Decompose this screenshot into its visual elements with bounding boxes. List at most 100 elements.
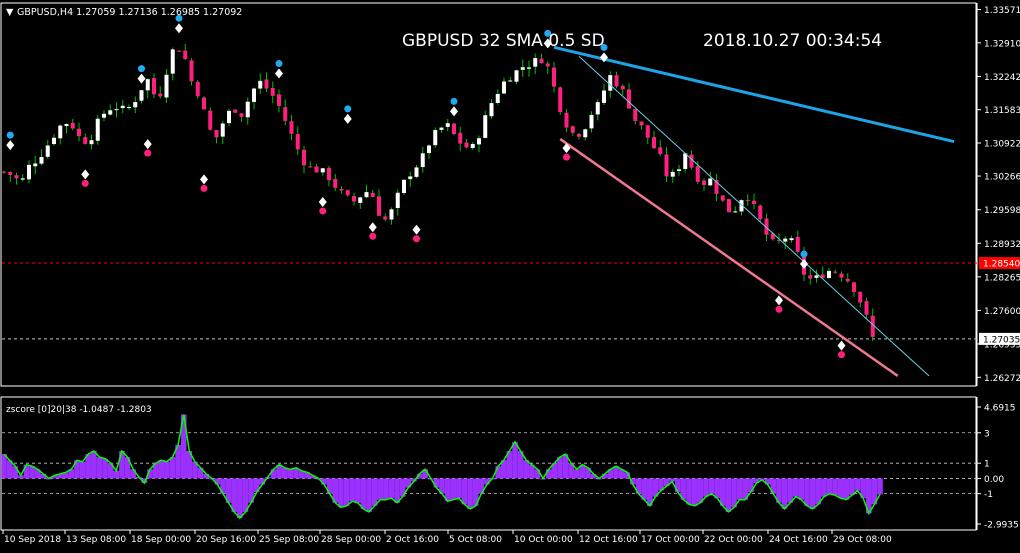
candle-body bbox=[627, 89, 631, 109]
time-tick-label: 28 Sep 00:00 bbox=[321, 535, 381, 545]
candle-body bbox=[795, 236, 800, 252]
candle-body bbox=[633, 109, 638, 121]
indicator-axis[interactable]: 4.6915 3 1 0.00 -1 -2.9935 bbox=[976, 397, 1019, 531]
zscore-histogram-bar bbox=[798, 478, 805, 500]
trendline-blue[interactable] bbox=[553, 45, 955, 144]
swing-low-dot bbox=[563, 153, 570, 161]
candle-body bbox=[227, 110, 231, 124]
candle-body bbox=[64, 123, 69, 127]
swing-low-diamond bbox=[81, 169, 90, 180]
time-tick-label: 25 Sep 08:00 bbox=[259, 535, 319, 545]
candle-body bbox=[864, 301, 869, 315]
zscore-histogram-bar bbox=[877, 478, 883, 495]
candle-body bbox=[758, 205, 763, 220]
candle-body bbox=[302, 149, 306, 166]
zscore-histogram-bar bbox=[366, 478, 372, 512]
candle-body bbox=[164, 74, 169, 98]
candle-body bbox=[264, 79, 269, 89]
zscore-series bbox=[1, 414, 883, 520]
zscore-histogram-bar bbox=[719, 478, 726, 506]
candle-body bbox=[158, 93, 163, 97]
time-axis[interactable]: 10 Sep 2018 13 Sep 08:00 18 Sep 00:00 20 Se… bbox=[2, 530, 892, 545]
candle-body bbox=[208, 110, 213, 130]
trendline-cyan[interactable] bbox=[578, 56, 930, 377]
time-tick-label: 18 Sep 00:00 bbox=[131, 535, 191, 545]
zscore-histogram-bar bbox=[708, 478, 715, 494]
zscore-histogram-bar bbox=[725, 478, 732, 512]
trendline-pink[interactable] bbox=[559, 138, 899, 377]
price-tick-label: 1.32242 bbox=[984, 73, 1020, 83]
candle-body bbox=[277, 94, 281, 106]
metatrader-chart-window[interactable]: 1.33571 1.32910 1.32242 1.31583 1.30922 1.302… bbox=[0, 0, 1020, 549]
symbol-dropdown-icon[interactable]: ▼ bbox=[6, 7, 14, 18]
candle-body bbox=[258, 80, 263, 89]
candle-body bbox=[852, 282, 856, 292]
zscore-histogram-bar bbox=[573, 469, 580, 479]
candle-body bbox=[539, 58, 544, 64]
candle-body bbox=[439, 127, 444, 130]
candle-body bbox=[195, 81, 200, 97]
candle-body bbox=[577, 133, 581, 137]
red-level-label: 1.28540 bbox=[983, 260, 1020, 270]
candle-body bbox=[333, 178, 338, 188]
candle-body bbox=[670, 171, 675, 177]
candle-body bbox=[320, 168, 325, 173]
candle-body bbox=[752, 200, 756, 205]
candle-body bbox=[283, 107, 288, 121]
candle-body bbox=[70, 122, 75, 129]
swing-low-dot bbox=[144, 149, 152, 157]
candle-body bbox=[52, 137, 56, 145]
candle-body bbox=[520, 67, 525, 70]
candle-body bbox=[589, 114, 594, 129]
swing-low-diamond bbox=[412, 224, 421, 235]
candle-body bbox=[83, 137, 88, 144]
candle-body bbox=[183, 50, 188, 60]
candle-body bbox=[314, 166, 319, 173]
price-tick-label: 1.27600 bbox=[984, 307, 1020, 317]
candle-body bbox=[583, 129, 588, 138]
zscore-histogram-bar bbox=[231, 478, 238, 512]
candle-body bbox=[470, 143, 475, 149]
zscore-histogram-bar bbox=[686, 478, 692, 505]
swing-high-diamond bbox=[6, 140, 15, 151]
candle-body bbox=[858, 291, 863, 303]
candle-body bbox=[620, 85, 625, 90]
candle-body bbox=[652, 137, 656, 149]
chart-canvas[interactable]: 1.33571 1.32910 1.32242 1.31583 1.30922 1.302… bbox=[0, 0, 1020, 549]
zscore-histogram-bar bbox=[343, 478, 350, 506]
price-tick-label: 1.30922 bbox=[984, 139, 1020, 149]
swing-markers bbox=[6, 14, 846, 359]
candle-body bbox=[408, 176, 413, 180]
candle-body bbox=[414, 167, 419, 177]
zscore-histogram-bar bbox=[691, 478, 698, 506]
candle-body bbox=[558, 87, 563, 113]
candle-body bbox=[677, 169, 681, 171]
zscore-histogram-bar bbox=[467, 478, 473, 509]
swing-high-dot bbox=[6, 131, 14, 139]
candle-body bbox=[839, 273, 844, 278]
price-axis[interactable]: 1.33571 1.32910 1.32242 1.31583 1.30922 1.302… bbox=[976, 3, 1020, 386]
candle-body bbox=[689, 154, 694, 168]
candle-body bbox=[27, 164, 31, 180]
zscore-histogram-bar bbox=[96, 457, 103, 479]
symbol-header: GBPUSD,H4 1.27059 1.27136 1.26985 1.2709… bbox=[17, 7, 242, 18]
candle-body bbox=[639, 121, 644, 126]
candle-body bbox=[308, 166, 313, 168]
candle-body bbox=[33, 163, 38, 167]
zscore-histogram-bar bbox=[169, 457, 176, 479]
swing-low-dot bbox=[369, 232, 377, 240]
candle-body bbox=[252, 88, 256, 102]
swing-high-dot bbox=[138, 65, 145, 73]
zscore-histogram-bar bbox=[388, 478, 395, 499]
zscore-histogram-bar bbox=[697, 478, 704, 503]
zscore-histogram-bar bbox=[843, 478, 850, 500]
time-tick-label: 10 Sep 2018 bbox=[4, 535, 61, 545]
zscore-histogram-bar bbox=[495, 466, 501, 479]
time-tick-label: 22 Oct 00:00 bbox=[704, 535, 763, 545]
candle-body bbox=[595, 102, 600, 115]
candle-body bbox=[452, 123, 456, 135]
candle-body bbox=[139, 90, 144, 101]
trendlines[interactable] bbox=[553, 45, 955, 377]
candle-body bbox=[170, 49, 175, 74]
zscore-histogram-bar bbox=[377, 478, 384, 500]
